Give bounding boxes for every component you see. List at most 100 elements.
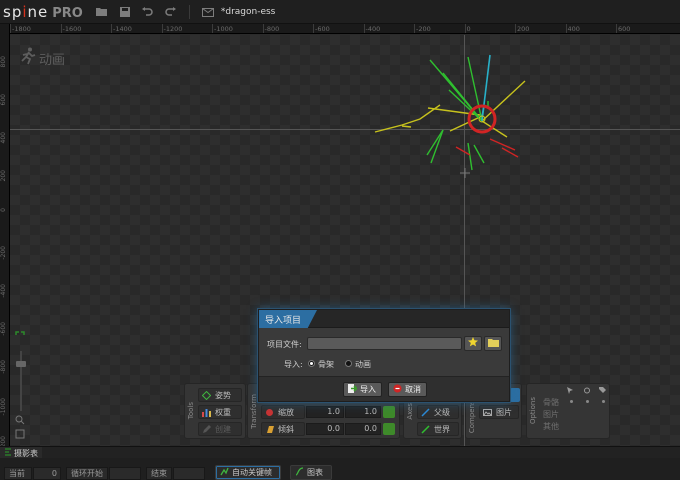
- ruler-tick: [10, 24, 11, 33]
- folder-icon: [487, 338, 499, 350]
- import-project-dialog: 导入项目 项目文件: 导入: 骨架 动画 导入 取消: [258, 309, 510, 402]
- ruler-tick: [212, 24, 213, 33]
- scale-tool-button[interactable]: 缩放: [261, 405, 305, 419]
- spine-logo: spine PRO: [3, 2, 83, 21]
- viewport-zoom-controls: [15, 331, 27, 441]
- ruler-label: -400: [0, 284, 7, 298]
- ruler-tick: [515, 24, 516, 33]
- scale-y-field[interactable]: 1.0: [345, 406, 381, 418]
- loop-start-label: 循环开始: [66, 467, 108, 480]
- import-type-label: 导入:: [284, 360, 303, 369]
- zoom-icon[interactable]: [15, 415, 25, 425]
- ruler-label: -1400: [113, 25, 132, 33]
- zoom-slider-handle[interactable]: [16, 361, 26, 367]
- current-frame-input[interactable]: 0: [33, 467, 61, 480]
- ruler-label: -200: [0, 246, 7, 260]
- end-input[interactable]: [173, 467, 205, 480]
- shear-tool-button[interactable]: 倾斜: [261, 422, 305, 436]
- scale-link-toggle[interactable]: [383, 406, 395, 418]
- ruler-label: 600: [618, 25, 631, 33]
- ruler-horizontal: -1800 -1600 -1400 -1200 -1000 -800 -600 -400 -20…: [10, 24, 680, 34]
- ruler-tick: [313, 24, 314, 33]
- bones-select-dot[interactable]: [570, 400, 573, 403]
- document-title: *dragon-ess: [220, 6, 276, 17]
- axes-panel-title: Axes: [406, 402, 414, 420]
- auto-key-icon: [220, 467, 229, 478]
- ruler-label: 200: [0, 170, 7, 182]
- fit-view-icon[interactable]: [15, 331, 25, 341]
- favorite-button[interactable]: [464, 336, 482, 351]
- tools-panel: Tools 姿势 权重 创建: [184, 383, 246, 439]
- undo-icon[interactable]: [141, 5, 155, 19]
- logo-edition: PRO: [52, 5, 83, 21]
- world-axes-button[interactable]: 世界: [417, 422, 459, 436]
- ruler-label: -600: [315, 25, 330, 33]
- ruler-label: -1600: [62, 25, 82, 33]
- ruler-label: 400: [0, 132, 7, 144]
- shear-link-toggle[interactable]: [383, 423, 395, 435]
- frame-icon[interactable]: [15, 429, 25, 439]
- skeleton-radio[interactable]: [308, 360, 315, 367]
- ruler-tick: [363, 24, 365, 33]
- axes-world-icon: [421, 424, 430, 434]
- ruler-tick: [616, 24, 617, 33]
- parent-axes-button[interactable]: 父级: [417, 405, 459, 419]
- shear-y-field[interactable]: 0.0: [345, 423, 381, 435]
- zoom-slider[interactable]: [16, 351, 26, 411]
- dialog-header[interactable]: 导入项目: [259, 310, 509, 328]
- bones-visible-dot[interactable]: [586, 400, 589, 403]
- timeline-header: 摄影表: [0, 446, 680, 459]
- pose-tool-button[interactable]: 姿势: [198, 388, 242, 402]
- ruler-tick: [161, 24, 163, 33]
- pen-icon: [202, 424, 211, 434]
- messages-icon[interactable]: [201, 5, 215, 19]
- weights-tool-button[interactable]: 权重: [198, 405, 242, 419]
- tools-panel-title: Tools: [187, 402, 195, 420]
- loop-start-input[interactable]: [109, 467, 141, 480]
- browse-button[interactable]: [484, 336, 502, 351]
- title-bar: spine PRO *dragon-ess: [0, 0, 680, 24]
- save-icon[interactable]: [118, 5, 132, 19]
- compensate-images-button[interactable]: 图片: [479, 405, 519, 419]
- project-file-input[interactable]: [307, 337, 462, 350]
- tag-icon[interactable]: [599, 387, 606, 397]
- graph-button[interactable]: 图表: [290, 465, 332, 480]
- end-label: 结束: [146, 467, 172, 480]
- ruler-label: 200: [517, 25, 530, 33]
- import-icon: [348, 384, 359, 395]
- ruler-label: -1800: [12, 25, 31, 33]
- cancel-icon: [393, 384, 402, 395]
- visibility-icon[interactable]: [583, 387, 591, 397]
- ruler-label: 0: [466, 25, 471, 33]
- compensate-bones-button[interactable]: [510, 388, 520, 402]
- scale-icon: [265, 408, 274, 417]
- redo-icon[interactable]: [164, 5, 178, 19]
- star-icon: [468, 337, 478, 350]
- create-tool-button[interactable]: 创建: [198, 422, 242, 436]
- timeline-toolbar: 当前 0 循环开始 结束 自动关键帧 图表: [0, 458, 680, 480]
- bones-name-dot[interactable]: [602, 400, 605, 403]
- cancel-button[interactable]: 取消: [388, 382, 427, 397]
- ruler-tick: [60, 24, 62, 33]
- import-button[interactable]: 导入: [343, 382, 382, 397]
- shear-x-field[interactable]: 0.0: [306, 423, 344, 435]
- scale-x-field[interactable]: 1.0: [306, 406, 344, 418]
- option-images-label: 图片: [543, 410, 559, 419]
- ruler-label: -1200: [0, 436, 7, 446]
- auto-key-button[interactable]: 自动关键帧: [215, 465, 281, 480]
- ruler-label: -200: [416, 25, 431, 33]
- animation-radio[interactable]: [345, 360, 352, 367]
- folder-open-icon[interactable]: [95, 5, 109, 19]
- options-panel: Options 骨骼 图片 其他: [526, 383, 610, 439]
- ruler-tick: [262, 24, 264, 33]
- ruler-label: -800: [264, 25, 280, 33]
- axes-parent-icon: [421, 407, 430, 417]
- option-bones-label: 骨骼: [543, 398, 559, 407]
- transform-panel-title: Transform: [250, 393, 258, 429]
- select-icon[interactable]: [567, 387, 574, 397]
- animation-radio-label: 动画: [355, 360, 371, 369]
- ruler-label: -400: [365, 25, 381, 33]
- weights-icon: [202, 408, 211, 417]
- option-others-label: 其他: [543, 422, 559, 431]
- pose-icon: [201, 390, 212, 400]
